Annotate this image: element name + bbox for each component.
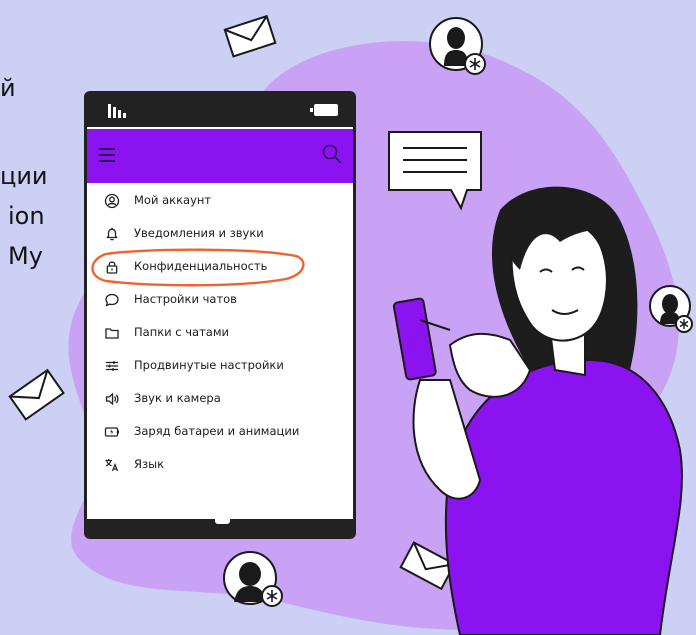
phone-screen: Мой аккаунт Уведомления и звуки Конфиден… (87, 127, 353, 519)
envelope-icon (223, 14, 277, 58)
menu-item-label: Язык (134, 457, 165, 471)
nav-bar (84, 501, 356, 539)
caption-line-3: ion (8, 202, 45, 230)
envelope-icon (8, 368, 65, 421)
signal-icon (108, 104, 128, 118)
menu-item-chat-folders[interactable]: Папки с чатами (87, 317, 353, 349)
status-bar (84, 91, 356, 127)
menu-item-language[interactable]: Язык (87, 449, 353, 481)
caption-line-2: ции (0, 162, 48, 190)
account-icon (104, 193, 120, 209)
hamburger-icon[interactable] (99, 148, 115, 162)
menu-item-label: Уведомления и звуки (134, 226, 264, 240)
phone-mockup: Мой аккаунт Уведомления и звуки Конфиден… (84, 91, 356, 539)
highlight-circle (91, 248, 305, 287)
menu-item-label: Папки с чатами (134, 325, 230, 339)
menu-item-chat-settings[interactable]: Настройки чатов (87, 284, 353, 316)
battery-icon (104, 427, 119, 437)
caption-line-4: My (8, 242, 43, 270)
speaker-icon (105, 392, 119, 406)
app-bar (87, 129, 353, 183)
folder-icon (105, 328, 119, 339)
search-icon[interactable] (321, 143, 343, 165)
avatar-icon (429, 17, 486, 75)
avatar-icon (223, 551, 283, 607)
battery-icon (310, 104, 338, 116)
menu-item-account[interactable]: Мой аккаунт (87, 185, 353, 217)
menu-item-battery[interactable]: Заряд батареи и анимации (87, 416, 353, 448)
menu-item-label: Продвинутые настройки (134, 358, 284, 372)
menu-item-label: Мой аккаунт (134, 193, 212, 207)
translate-icon (105, 459, 119, 472)
chat-bubble-icon (105, 293, 119, 307)
menu-item-advanced[interactable]: Продвинутые настройки (87, 350, 353, 382)
menu-item-sound-camera[interactable]: Звук и камера (87, 383, 353, 415)
caption-line-1: й (0, 74, 16, 102)
woman-illustration (392, 186, 683, 635)
home-button[interactable] (215, 509, 230, 524)
menu-item-label: Звук и камера (134, 391, 221, 405)
sliders-icon (106, 361, 118, 371)
menu-item-label: Настройки чатов (134, 292, 237, 306)
menu-item-label: Заряд батареи и анимации (134, 424, 300, 438)
bell-icon (106, 227, 118, 241)
